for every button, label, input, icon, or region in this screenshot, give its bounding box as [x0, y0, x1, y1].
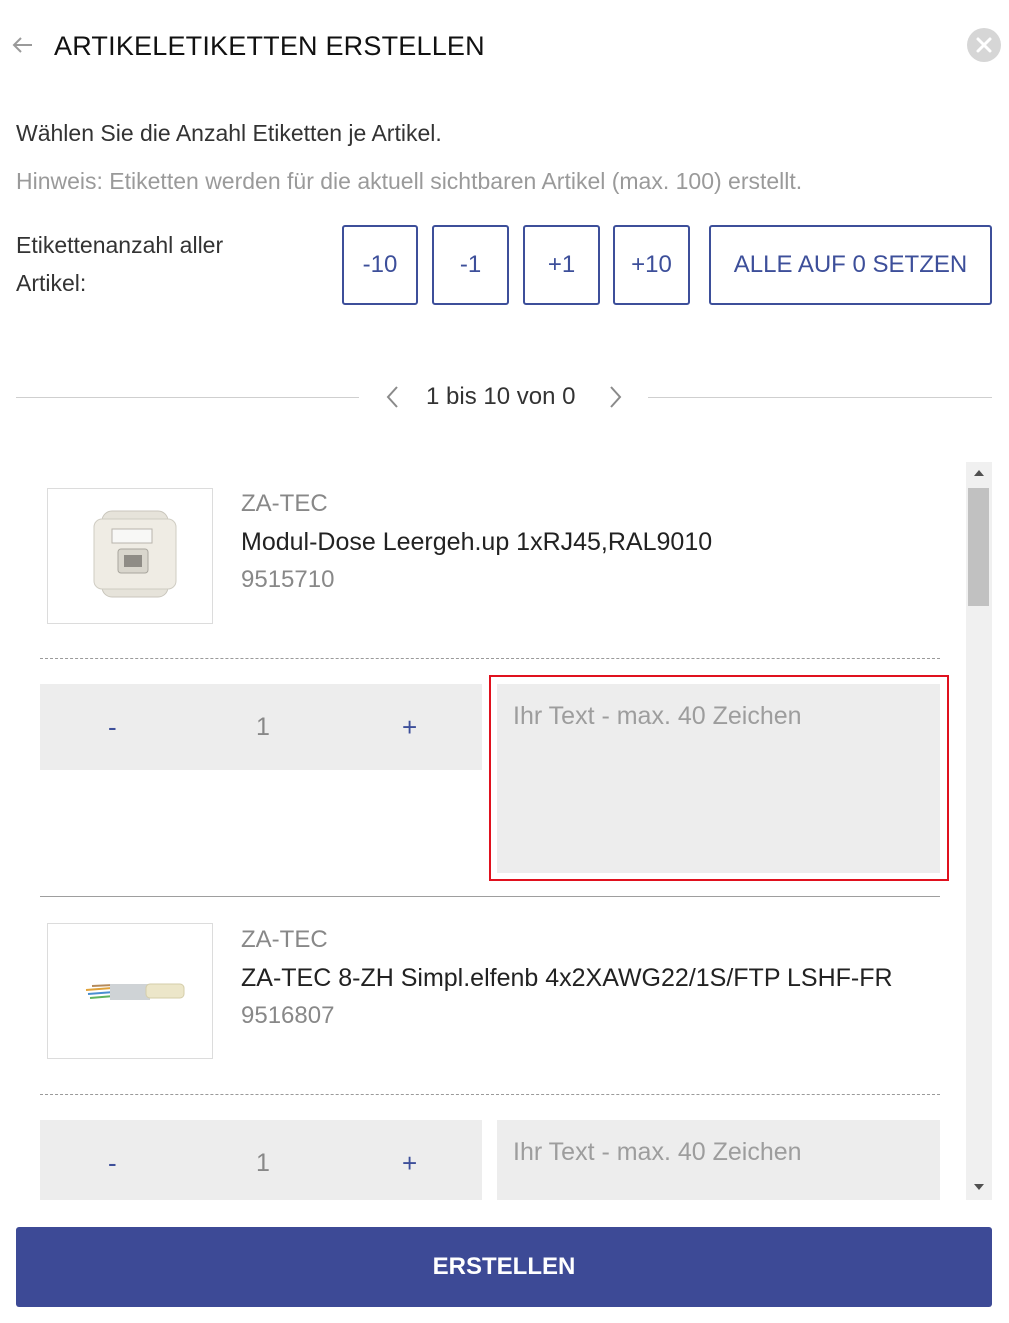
quantity-decrease-button[interactable]: -: [108, 1148, 117, 1178]
product-image: [47, 488, 213, 624]
chevron-left-icon[interactable]: [380, 382, 406, 412]
close-icon[interactable]: [967, 28, 1001, 62]
reset-all-button[interactable]: ALLE AUF 0 SETZEN: [709, 225, 992, 305]
product-image: [47, 923, 213, 1059]
create-button[interactable]: ERSTELLEN: [16, 1227, 992, 1307]
item-brand: ZA-TEC: [241, 926, 328, 953]
back-arrow-icon[interactable]: [10, 30, 36, 60]
item-divider: [40, 896, 940, 897]
label-text-field[interactable]: [497, 1120, 940, 1200]
plus-1-button[interactable]: +1: [523, 225, 600, 305]
item-divider-dashed: [40, 1094, 940, 1095]
minus-1-button[interactable]: -1: [432, 225, 509, 305]
quantity-stepper: - 1 +: [40, 684, 482, 770]
pagination-divider-right: [648, 397, 992, 398]
quantity-increase-button[interactable]: +: [402, 1148, 417, 1178]
item-number: 9515710: [241, 566, 335, 593]
item-name: ZA-TEC 8-ZH Simpl.elfenb 4x2XAWG22/1S/FT…: [241, 964, 893, 992]
quantity-value[interactable]: 1: [256, 712, 270, 742]
scroll-down-icon[interactable]: [971, 1180, 987, 1198]
minus-10-button[interactable]: -10: [342, 225, 418, 305]
item-divider-dashed: [40, 658, 940, 659]
bulk-count-label-line1: Etikettenanzahl aller: [16, 232, 224, 258]
article-list[interactable]: ZA-TEC Modul-Dose Leergeh.up 1xRJ45,RAL9…: [16, 462, 992, 1200]
intro-text: Wählen Sie die Anzahl Etiketten je Artik…: [16, 120, 442, 146]
quantity-stepper: - 1 +: [40, 1120, 482, 1200]
quantity-decrease-button[interactable]: -: [108, 712, 117, 742]
plus-10-button[interactable]: +10: [613, 225, 690, 305]
hint-text: Hinweis: Etiketten werden für die aktuel…: [16, 168, 803, 194]
scroll-up-icon[interactable]: [971, 466, 987, 484]
item-number: 9516807: [241, 1002, 335, 1029]
pagination-text: 1 bis 10 von 0: [426, 383, 576, 410]
scrollbar-thumb[interactable]: [968, 488, 989, 606]
bulk-count-label: Etikettenanzahl aller Artikel:: [16, 226, 316, 302]
pagination-divider-left: [16, 397, 359, 398]
quantity-increase-button[interactable]: +: [402, 712, 417, 742]
item-name: Modul-Dose Leergeh.up 1xRJ45,RAL9010: [241, 528, 713, 556]
page-title: ARTIKELETIKETTEN ERSTELLEN: [54, 31, 485, 61]
item-brand: ZA-TEC: [241, 490, 328, 517]
bulk-count-label-line2: Artikel:: [16, 270, 87, 296]
chevron-right-icon[interactable]: [602, 382, 628, 412]
quantity-value[interactable]: 1: [256, 1148, 270, 1178]
label-text-field[interactable]: [497, 684, 940, 873]
